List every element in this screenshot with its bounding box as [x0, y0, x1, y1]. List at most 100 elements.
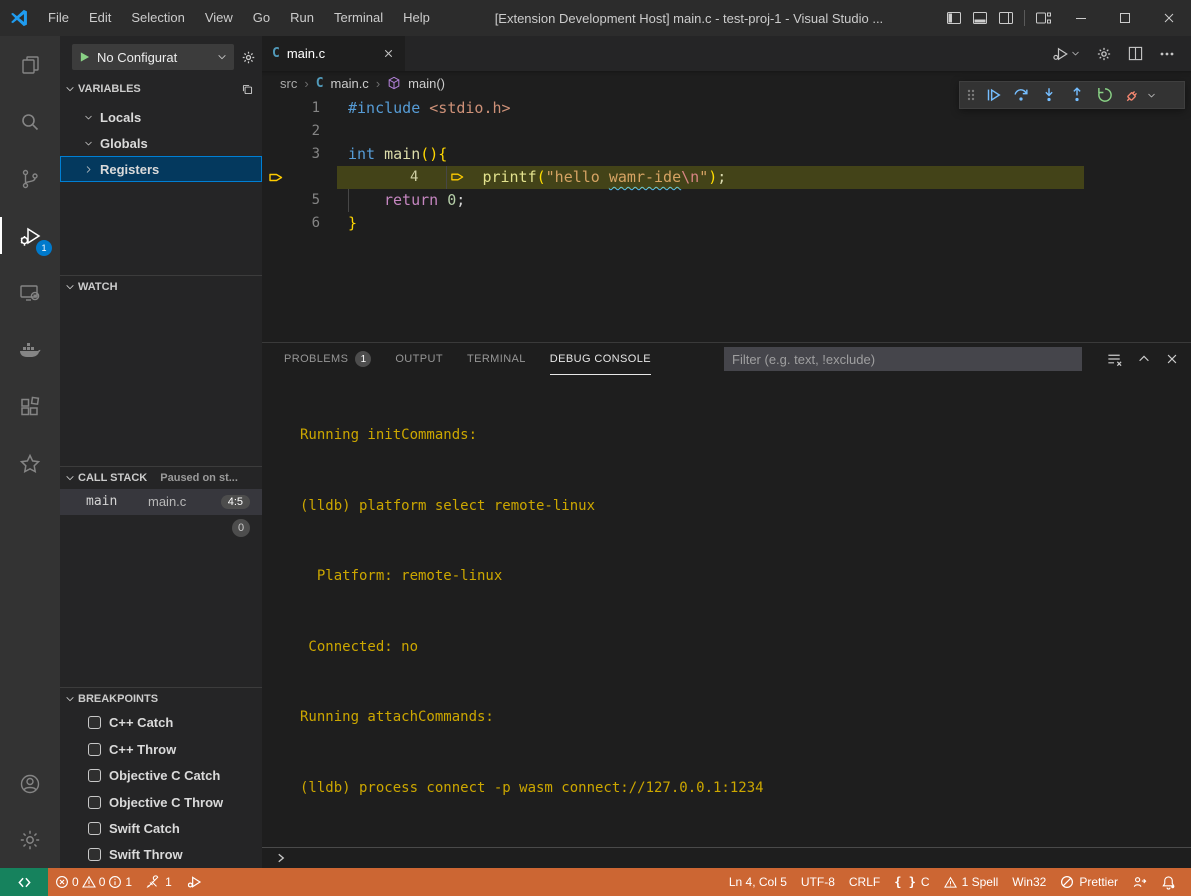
customize-layout-icon[interactable] — [1035, 10, 1051, 26]
breakpoint-objc-catch[interactable]: Objective C Catch — [60, 762, 262, 788]
source-control-icon[interactable] — [0, 150, 60, 207]
stack-frame-row[interactable]: main main.c 4:5 — [60, 489, 262, 515]
menu-edit[interactable]: Edit — [79, 0, 121, 36]
disconnect-button[interactable] — [1119, 82, 1147, 108]
code-line[interactable]: 2 — [262, 120, 1191, 143]
explorer-icon[interactable] — [0, 36, 60, 93]
breakpoints-header[interactable]: BREAKPOINTS — [60, 688, 262, 710]
variables-header[interactable]: VARIABLES — [60, 78, 262, 100]
menu-view[interactable]: View — [195, 0, 243, 36]
debug-console-output[interactable]: Running initCommands: (lldb) platform se… — [262, 375, 1191, 847]
restart-button[interactable] — [1091, 82, 1119, 108]
more-actions-icon[interactable] — [1159, 46, 1175, 62]
menu-terminal[interactable]: Terminal — [324, 0, 393, 36]
menu-file[interactable]: File — [38, 0, 79, 36]
breakpoint-cpp-catch[interactable]: C++ Catch — [60, 710, 262, 736]
checkbox[interactable] — [88, 822, 101, 835]
checkbox[interactable] — [88, 796, 101, 809]
close-tab-icon[interactable] — [382, 47, 395, 60]
run-or-debug-button[interactable] — [1051, 45, 1080, 63]
toggle-panel-icon[interactable] — [972, 10, 988, 26]
watch-section: WATCH — [60, 275, 262, 466]
drag-handle-icon[interactable] — [963, 87, 979, 103]
cursor-position[interactable]: Ln 4, Col 5 — [722, 868, 794, 896]
tab-terminal[interactable]: TERMINAL — [467, 343, 526, 375]
menu-run[interactable]: Run — [280, 0, 324, 36]
checkbox[interactable] — [88, 743, 101, 756]
split-editor-icon[interactable] — [1128, 46, 1143, 61]
docker-icon[interactable] — [0, 321, 60, 378]
chevron-down-icon[interactable] — [1147, 91, 1156, 100]
menu-selection[interactable]: Selection — [121, 0, 194, 36]
continue-button[interactable] — [979, 82, 1007, 108]
maximize-panel-icon[interactable] — [1137, 352, 1151, 366]
remote-indicator[interactable] — [0, 868, 48, 896]
settings-gear-icon[interactable] — [1096, 46, 1112, 62]
run-and-debug-icon[interactable]: 1 — [0, 207, 60, 264]
debug-gear-icon[interactable] — [241, 50, 256, 65]
breakpoint-swift-throw[interactable]: Swift Throw — [60, 842, 262, 868]
variables-item-locals[interactable]: Locals — [60, 104, 262, 130]
debug-current-line-arrow-icon[interactable] — [268, 170, 284, 185]
toggle-sidebar-icon[interactable] — [946, 10, 962, 26]
breadcrumb-symbol[interactable]: main() — [408, 76, 445, 91]
extensions-icon[interactable] — [0, 378, 60, 435]
tab-output[interactable]: OUTPUT — [395, 343, 443, 375]
menu-help[interactable]: Help — [393, 0, 440, 36]
watch-header[interactable]: WATCH — [60, 276, 262, 298]
maximize-button[interactable] — [1103, 0, 1147, 36]
copy-icon[interactable] — [241, 83, 254, 96]
code-line[interactable]: 5return 0; — [262, 189, 1191, 212]
step-out-button[interactable] — [1063, 82, 1091, 108]
breakpoint-cpp-throw[interactable]: C++ Throw — [60, 736, 262, 762]
remote-explorer-icon[interactable] — [0, 264, 60, 321]
tab-debug-console[interactable]: DEBUG CONSOLE — [550, 343, 651, 375]
debug-config-dropdown[interactable]: No Configurat — [72, 44, 234, 70]
breakpoint-swift-catch[interactable]: Swift Catch — [60, 815, 262, 841]
checkbox[interactable] — [88, 716, 101, 729]
breakpoint-objc-throw[interactable]: Objective C Throw — [60, 789, 262, 815]
code-line[interactable]: 3int main(){ — [262, 143, 1191, 166]
close-panel-icon[interactable] — [1165, 352, 1179, 366]
console-line: Running attachCommands: — [300, 706, 1191, 730]
feedback-icon[interactable] — [1125, 868, 1154, 896]
minimize-button[interactable] — [1059, 0, 1103, 36]
debug-status-icon[interactable] — [179, 868, 209, 896]
formatter-status[interactable]: Prettier — [1053, 868, 1125, 896]
breadcrumb-file[interactable]: main.c — [331, 76, 369, 91]
tab-main-c[interactable]: C main.c — [262, 36, 405, 71]
console-line: Platform: remote-linux — [300, 565, 1191, 589]
close-button[interactable] — [1147, 0, 1191, 36]
eol-indicator[interactable]: CRLF — [842, 868, 887, 896]
editor: src › C main.c › main() 1#include <stdio… — [262, 71, 1191, 342]
step-over-button[interactable] — [1007, 82, 1035, 108]
breadcrumb-folder[interactable]: src — [280, 76, 297, 91]
variables-title: VARIABLES — [78, 83, 141, 95]
menu-go[interactable]: Go — [243, 0, 280, 36]
ports-status[interactable]: 1 — [139, 868, 179, 896]
step-into-button[interactable] — [1035, 82, 1063, 108]
thread-row[interactable]: 0 — [60, 515, 262, 541]
problems-status[interactable]: 0 0 1 — [48, 868, 139, 896]
call-stack-header[interactable]: CALL STACK Paused on st... — [60, 467, 262, 489]
platform-indicator[interactable]: Win32 — [1005, 868, 1053, 896]
tab-problems[interactable]: PROBLEMS 1 — [284, 343, 371, 375]
current-debug-line[interactable]: 4printf("hello wamr-ide\n"); — [262, 166, 1191, 189]
debug-console-input[interactable] — [262, 847, 1191, 868]
settings-gear-icon[interactable] — [0, 812, 60, 868]
search-icon[interactable] — [0, 93, 60, 150]
code-line[interactable]: 6} — [262, 212, 1191, 235]
checkbox[interactable] — [88, 848, 101, 861]
accounts-icon[interactable] — [0, 756, 60, 812]
spell-checker-status[interactable]: 1 Spell — [937, 868, 1006, 896]
notifications-bell-icon[interactable] — [1154, 868, 1183, 896]
clear-console-icon[interactable] — [1106, 351, 1123, 368]
variables-item-registers[interactable]: Registers — [60, 156, 262, 182]
filter-input[interactable] — [724, 347, 1082, 371]
checkbox[interactable] — [88, 769, 101, 782]
toggle-secondary-sidebar-icon[interactable] — [998, 10, 1014, 26]
variables-item-globals[interactable]: Globals — [60, 130, 262, 156]
language-indicator[interactable]: { } C — [887, 868, 936, 896]
encoding-indicator[interactable]: UTF-8 — [794, 868, 842, 896]
star-icon[interactable] — [0, 435, 60, 492]
